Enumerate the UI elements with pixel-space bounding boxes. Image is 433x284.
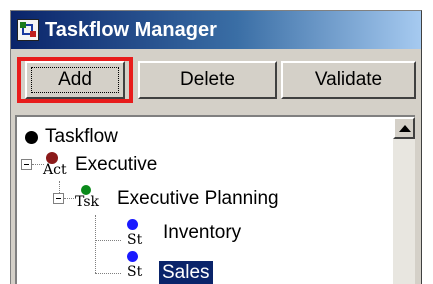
tree-node-executive-planning[interactable]: Tsk Executive Planning	[75, 183, 325, 217]
tree-connector	[95, 215, 96, 273]
vertical-scrollbar[interactable]	[393, 117, 415, 284]
collapse-toggle-executive-planning[interactable]	[53, 193, 64, 204]
taskflow-tree[interactable]: Taskflow Act Executive Tsk Executive Pla…	[15, 115, 415, 284]
task-badge: Tsk	[75, 194, 99, 210]
collapse-toggle-executive[interactable]	[21, 159, 32, 170]
root-node-icon	[25, 131, 38, 144]
title-bar[interactable]: Taskflow Manager	[11, 11, 421, 49]
step-dot-icon	[127, 219, 138, 230]
tree-connector	[95, 273, 121, 274]
tree-node-sales[interactable]: St Sales	[121, 251, 261, 284]
tree-connector	[95, 240, 121, 241]
step-badge: St	[127, 264, 143, 280]
tree-node-taskflow[interactable]: Taskflow	[25, 125, 175, 149]
add-button[interactable]: Add	[25, 61, 125, 99]
tree-node-inventory[interactable]: St Inventory	[121, 219, 261, 253]
scroll-up-button[interactable]	[393, 117, 415, 139]
step-badge: St	[127, 232, 143, 248]
tree-node-label-selected: Sales	[159, 261, 213, 284]
activity-badge: Act	[43, 162, 67, 178]
delete-button[interactable]: Delete	[138, 61, 277, 99]
tree-node-label: Inventory	[163, 222, 242, 243]
tree-node-label: Executive Planning	[117, 188, 279, 209]
validate-button-label: Validate	[314, 69, 383, 90]
taskflow-manager-window: Taskflow Manager Add Delete Validate Tas…	[10, 10, 422, 284]
window-title: Taskflow Manager	[45, 19, 217, 41]
validate-button[interactable]: Validate	[281, 61, 416, 99]
tree-connector	[59, 181, 60, 193]
app-icon	[17, 19, 39, 41]
tree-node-executive[interactable]: Act Executive	[43, 151, 223, 185]
tree-node-label: Executive	[75, 154, 158, 175]
focus-rectangle	[31, 67, 119, 93]
tree-node-label: Taskflow	[45, 126, 118, 147]
arrow-up-icon	[399, 125, 411, 132]
delete-button-label: Delete	[180, 69, 235, 90]
step-dot-icon	[127, 251, 138, 262]
